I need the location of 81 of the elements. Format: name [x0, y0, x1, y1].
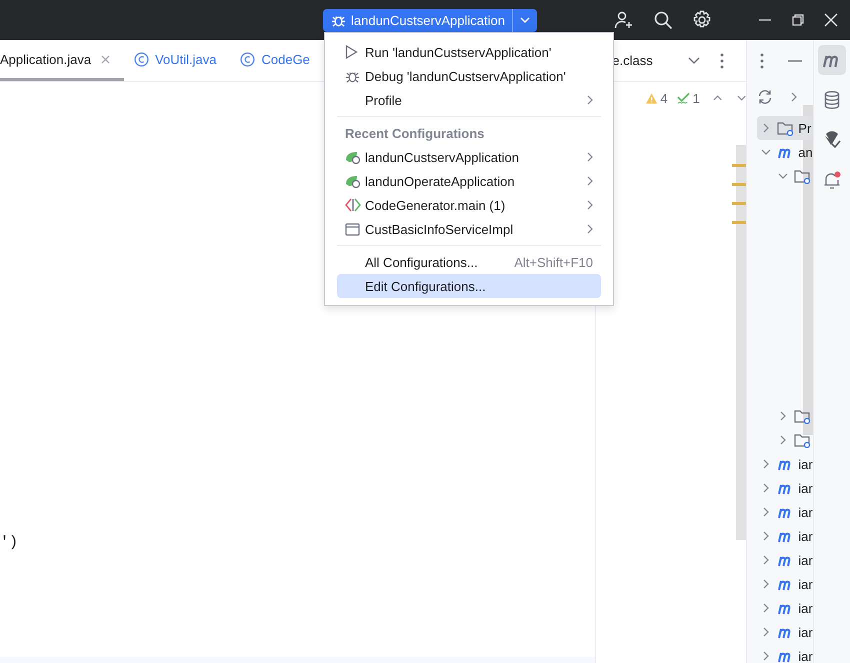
- tree-item[interactable]: iar: [747, 620, 814, 644]
- notification-bell-icon: [823, 170, 842, 190]
- add-user-icon[interactable]: [614, 10, 634, 30]
- menu-item[interactable]: landunOperateApplication: [337, 169, 601, 193]
- menu-item[interactable]: Debug 'landunCustservApplication': [337, 64, 601, 88]
- tree-item[interactable]: iar: [747, 572, 814, 596]
- tree-item[interactable]: an: [747, 140, 814, 164]
- tree-item[interactable]: iar: [747, 644, 814, 663]
- chevron-down-icon[interactable]: [778, 171, 788, 181]
- menu-item[interactable]: landunCustservApplication: [337, 145, 601, 169]
- chevron-right-icon[interactable]: [761, 555, 772, 565]
- play-icon: [345, 45, 358, 59]
- chevron-right-icon: [587, 200, 593, 210]
- chevron-down-icon: [520, 17, 530, 23]
- shortcut-text: Alt+Shift+F10: [514, 254, 593, 270]
- menu-section-header: Recent Configurations: [344, 124, 486, 143]
- menu-item[interactable]: Edit Configurations...: [337, 274, 601, 298]
- chevron-right-icon: [587, 176, 593, 186]
- tree-item[interactable]: iar: [747, 524, 814, 548]
- restore-icon[interactable]: [790, 13, 805, 27]
- chevron-down-icon[interactable]: [688, 56, 700, 64]
- warning-marker[interactable]: [732, 202, 746, 205]
- check-icon: [676, 92, 690, 104]
- chevron-down-icon[interactable]: [737, 95, 746, 101]
- close-tab-icon[interactable]: [101, 54, 110, 64]
- code-brackets-icon: [345, 198, 361, 212]
- more-icon[interactable]: [720, 52, 724, 68]
- tool-window-button[interactable]: [818, 45, 846, 75]
- editor-tab[interactable]: VoUtil.java: [124, 40, 230, 81]
- chevron-right-icon: [587, 95, 593, 105]
- tree-item[interactable]: iar: [747, 500, 814, 524]
- warning-marker[interactable]: [732, 164, 746, 167]
- tree-item[interactable]: iar: [747, 452, 814, 476]
- menu-item[interactable]: CodeGenerator.main (1): [337, 193, 601, 217]
- chevron-right-icon[interactable]: [761, 507, 772, 517]
- settings-icon[interactable]: [692, 10, 712, 30]
- close-icon[interactable]: [824, 13, 838, 27]
- chevron-up-icon[interactable]: [712, 95, 722, 101]
- warning-icon: [646, 92, 658, 104]
- chevron-right-icon[interactable]: [761, 651, 772, 661]
- class-icon: [240, 52, 256, 66]
- database-icon: [824, 91, 840, 109]
- chevron-right-icon[interactable]: [761, 579, 772, 589]
- tree-item[interactable]: iar: [747, 476, 814, 500]
- chevron-right-icon[interactable]: [761, 627, 772, 637]
- weak-warning-count: 1: [692, 90, 700, 106]
- run-dropdown-button[interactable]: [512, 8, 537, 32]
- chevron-right-icon[interactable]: [761, 531, 772, 541]
- chevron-right-icon[interactable]: [761, 603, 772, 613]
- menu-item[interactable]: Profile: [337, 88, 601, 112]
- menu-item[interactable]: Run 'landunCustservApplication': [337, 40, 601, 64]
- search-icon[interactable]: [652, 10, 673, 30]
- window-icon: [345, 222, 360, 236]
- menu-item[interactable]: All Configurations... Alt+Shift+F10: [337, 250, 601, 274]
- chevron-right-icon[interactable]: [778, 411, 788, 421]
- editor-tab[interactable]: e.class: [612, 53, 688, 68]
- leaf-gear-icon: [345, 174, 361, 188]
- class-icon: [134, 52, 150, 66]
- tree-item[interactable]: iar: [747, 548, 814, 572]
- run-configuration-button[interactable]: landunCustservApplication: [323, 8, 513, 32]
- chevron-down-icon[interactable]: [761, 147, 772, 157]
- folder-icon: [777, 120, 794, 136]
- chevron-right-icon[interactable]: [791, 92, 798, 102]
- chevron-right-icon[interactable]: [761, 123, 772, 133]
- editor-tab[interactable]: Application.java: [0, 40, 124, 81]
- menu-item[interactable]: CustBasicInfoServiceImpl: [337, 217, 601, 241]
- chevron-right-icon[interactable]: [778, 435, 788, 445]
- leaf-gear-icon: [345, 150, 361, 164]
- chevron-right-icon: [587, 152, 593, 162]
- chevron-right-icon[interactable]: [761, 483, 772, 493]
- tree-item[interactable]: Pr: [757, 116, 814, 140]
- sync-icon[interactable]: [757, 89, 774, 105]
- warning-marker[interactable]: [732, 183, 746, 186]
- chevron-right-icon: [587, 224, 593, 234]
- chevron-right-icon[interactable]: [761, 459, 772, 469]
- warning-marker[interactable]: [732, 221, 746, 224]
- warning-count: 4: [660, 90, 668, 106]
- code-line: '): [0, 534, 18, 551]
- editor-tab[interactable]: CodeGe: [230, 40, 324, 81]
- tree-item[interactable]: iar: [747, 596, 814, 620]
- more-icon[interactable]: [760, 53, 764, 69]
